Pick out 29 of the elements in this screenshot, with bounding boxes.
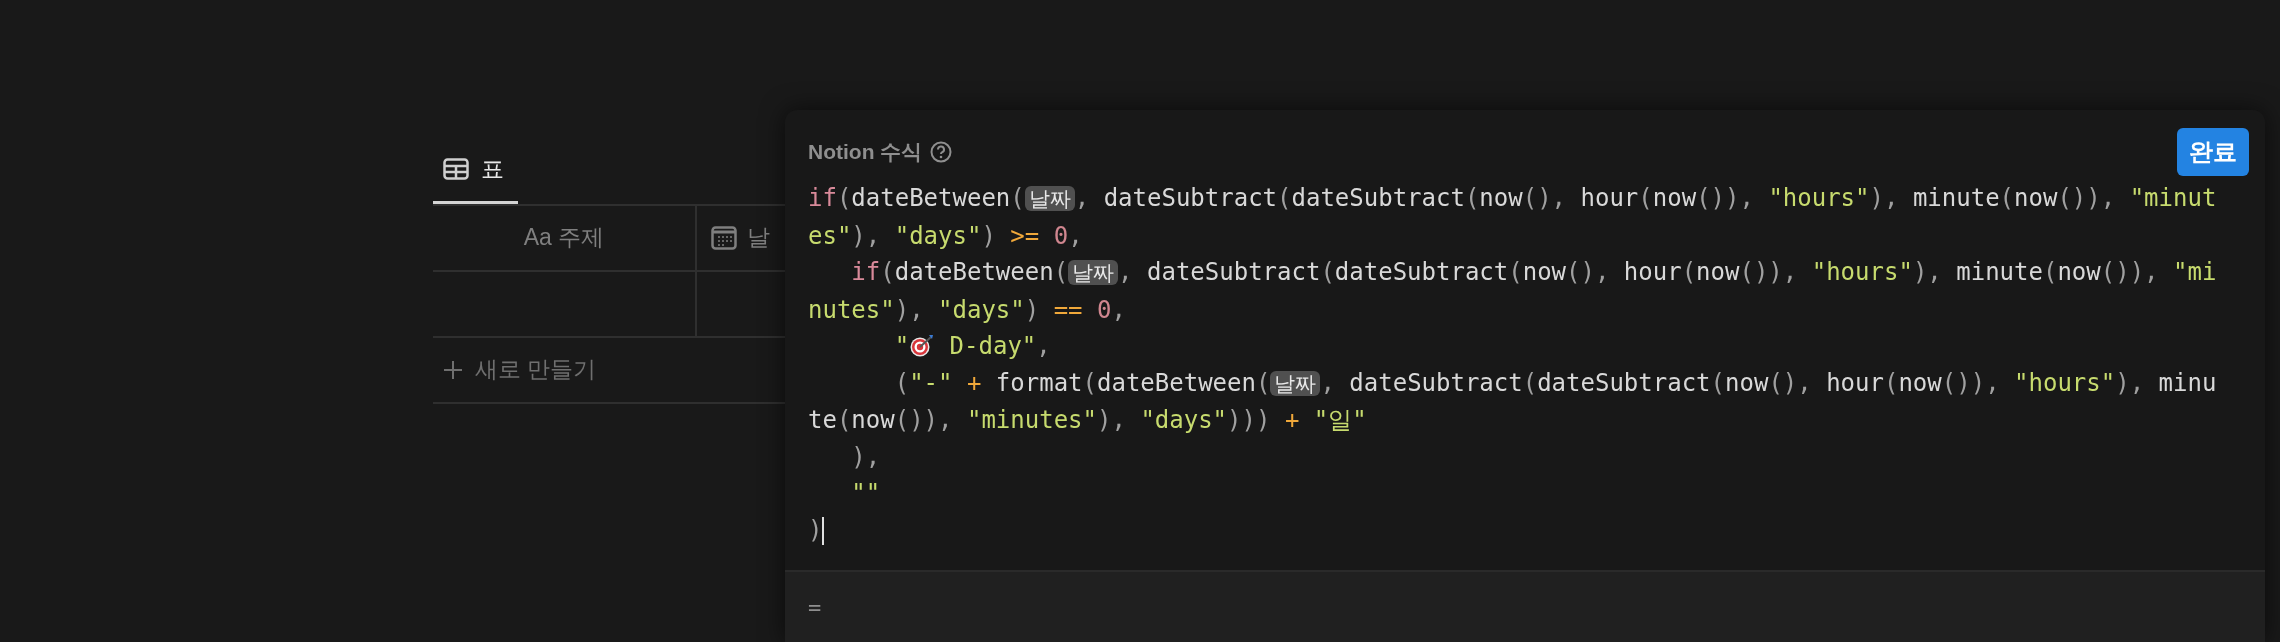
help-icon[interactable] <box>930 141 953 163</box>
new-row-button[interactable]: 새로 만들기 <box>433 337 607 402</box>
code-text: D-day", <box>948 332 1051 360</box>
code-text: ) <box>808 515 823 544</box>
property-chip: 날짜 <box>1068 260 1119 285</box>
column-header[interactable]: 날 <box>747 220 770 255</box>
table-icon <box>443 158 469 181</box>
view-tab[interactable]: 표 <box>433 152 518 204</box>
panel-title: Notion 수식 <box>808 139 923 166</box>
done-button[interactable]: 완료 <box>2177 128 2249 176</box>
text-cursor <box>822 516 825 545</box>
code-text: , dateSubtract(dateSubtract(now(), hour(now()), "hours"), minute(now()), "mi <box>1118 258 2217 286</box>
code-text: if(dateBetween( <box>808 184 1025 212</box>
property-chip: 날짜 <box>1024 186 1075 211</box>
code-text: , dateSubtract(dateSubtract(now(), hour(now()), "hours"), minute(now()), "minut <box>1074 184 2217 212</box>
code-text: ("-" + format(dateBetween( <box>893 368 1271 397</box>
code-text: " <box>893 332 910 360</box>
code-text: ), <box>850 442 881 471</box>
property-chip: 날짜 <box>1270 370 1321 396</box>
code-text: te(now()), "minutes"), "days"))) + "일" <box>808 406 1367 434</box>
code-text: "" <box>850 479 881 507</box>
code-text: es"), "days") >= 0, <box>808 221 1083 250</box>
code-text: nutes"), "days") == 0, <box>808 295 1126 324</box>
calendar-icon <box>711 225 737 250</box>
code-text: , dateSubtract(dateSubtract(now(), hour(now()), "hours"), minu <box>1320 368 2217 397</box>
code-text: if(dateBetween( <box>850 258 1069 286</box>
result-preview: = <box>808 593 822 622</box>
plus-icon <box>443 359 463 380</box>
column-header[interactable]: Aa 주제 <box>523 220 605 255</box>
